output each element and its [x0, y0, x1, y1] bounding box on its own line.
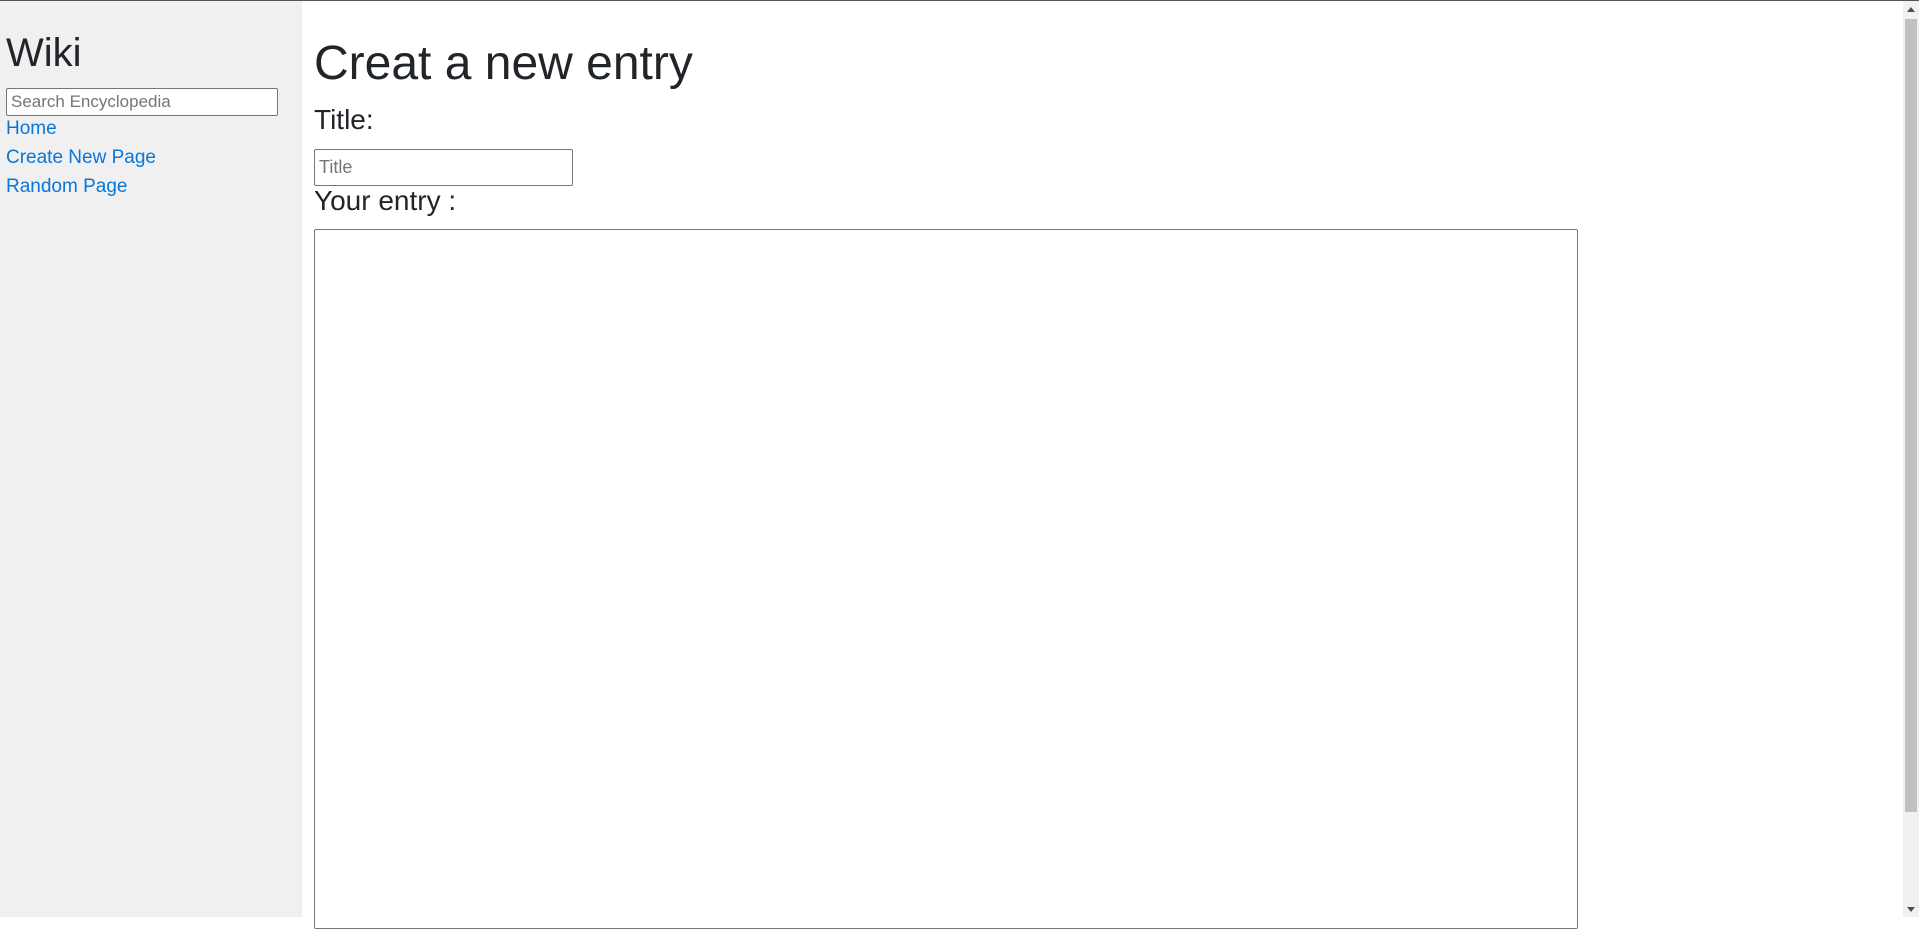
entry-label: Your entry :: [314, 185, 457, 216]
title-label: Title:: [314, 104, 374, 135]
nav-link-random-page[interactable]: Random Page: [6, 175, 127, 199]
main-content: Creat a new entry Title: Your entry :: [302, 1, 1903, 929]
search-input[interactable]: [6, 88, 278, 116]
nav-link-home[interactable]: Home: [6, 117, 57, 141]
site-title: Wiki: [6, 31, 82, 75]
page-title: Creat a new entry: [314, 37, 693, 90]
scroll-down-arrow-icon[interactable]: [1903, 901, 1919, 917]
sidebar: Wiki Home Create New Page Random Page: [0, 1, 302, 917]
scrollbar-thumb[interactable]: [1905, 19, 1917, 812]
entry-textarea[interactable]: [314, 229, 1578, 929]
title-input[interactable]: [314, 149, 573, 186]
nav-link-create-new-page[interactable]: Create New Page: [6, 146, 156, 170]
scroll-up-arrow-icon[interactable]: [1903, 1, 1919, 17]
vertical-scrollbar[interactable]: [1903, 1, 1919, 917]
